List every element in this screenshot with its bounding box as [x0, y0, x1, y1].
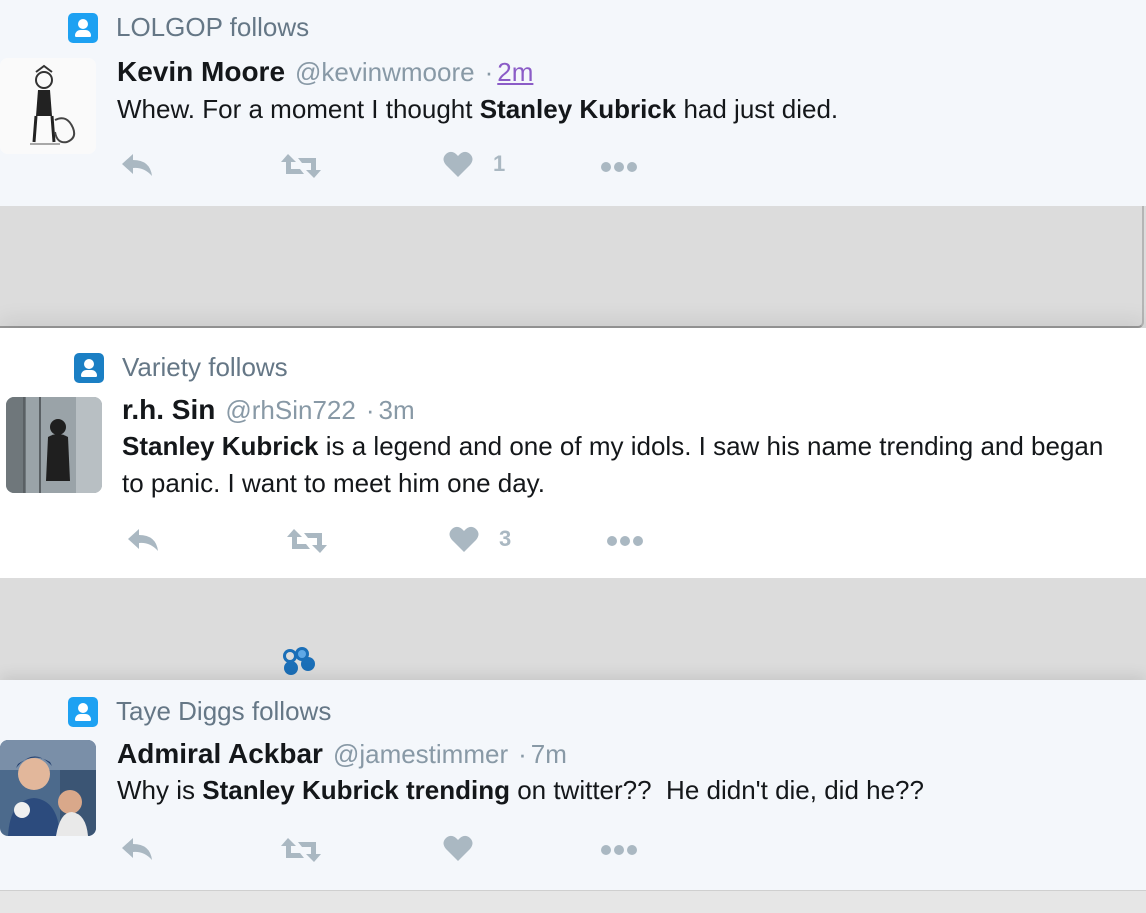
like-button[interactable]: 1 [443, 150, 505, 178]
more-icon [607, 536, 643, 546]
more-button[interactable] [600, 160, 640, 174]
tweet-text: Why is Stanley Kubrick trending on twitt… [117, 772, 1117, 809]
retweet-button[interactable] [280, 836, 322, 864]
text-segment: had just died. [676, 94, 839, 124]
avatar[interactable] [6, 397, 102, 493]
loading-spinner-icon [283, 647, 315, 675]
text-segment: Why is [117, 775, 203, 805]
author-handle[interactable]: @kevinwmoore [295, 57, 475, 88]
more-icon [601, 162, 637, 172]
reply-icon [122, 838, 152, 860]
author-name[interactable]: r.h. Sin [122, 394, 215, 426]
tweet-header: Kevin Moore @kevinwmoore · 2m [117, 56, 533, 88]
heart-icon [443, 151, 473, 177]
timeline-gap [0, 578, 1146, 682]
timestamp[interactable]: 3m [379, 395, 415, 426]
retweet-button[interactable] [286, 527, 328, 555]
text-highlight: Stanley Kubrick [479, 94, 677, 124]
text-highlight: Stanley Kubrick trending [202, 775, 510, 805]
separator-dot: · [484, 57, 494, 87]
separator-dot: · [518, 739, 527, 769]
context-label: Taye Diggs follows [116, 696, 332, 726]
more-button[interactable] [606, 534, 646, 548]
context-label: LOLGOP follows [116, 12, 310, 42]
context-label: Variety follows [122, 352, 288, 382]
like-button[interactable]: 3 [449, 525, 511, 553]
separator-dot: · [365, 395, 375, 425]
timeline-gap [0, 206, 1144, 328]
tweet-header: Admiral Ackbar @jamestimmer · 7m [117, 738, 567, 770]
tweet-card[interactable]: Taye Diggs follows Admiral Ackbar @james… [0, 680, 1146, 890]
reply-button[interactable] [120, 152, 154, 178]
person-icon [68, 696, 98, 727]
tweet-context: Variety follows [74, 352, 288, 383]
reply-icon [128, 529, 158, 551]
author-handle[interactable]: @jamestimmer [333, 739, 508, 770]
reply-button[interactable] [126, 527, 160, 553]
more-button[interactable] [600, 843, 640, 857]
avatar[interactable] [0, 58, 96, 154]
avatar[interactable] [0, 740, 96, 836]
tweet-card[interactable]: LOLGOP follows Kevin Moore @kevinwmoore … [0, 0, 1146, 206]
like-count: 3 [499, 526, 512, 551]
timeline-gap [0, 890, 1146, 913]
tweet-context: Taye Diggs follows [68, 696, 331, 727]
text-segment: on twitter?? He didn't die, did he?? [509, 775, 924, 805]
reply-icon [122, 154, 152, 176]
tweet-card[interactable]: Variety follows r.h. Sin @rhSin722 · 3m … [0, 328, 1146, 578]
heart-icon [443, 835, 473, 861]
timestamp[interactable]: 7m [531, 739, 567, 770]
person-icon [68, 12, 98, 43]
timestamp[interactable]: 2m [497, 57, 533, 88]
retweet-icon [281, 838, 321, 862]
retweet-icon [281, 154, 321, 178]
tweet-text: Whew. For a moment I thought Stanley Kub… [117, 91, 1117, 128]
person-icon [74, 352, 104, 383]
heart-icon [449, 526, 479, 552]
text-highlight: Stanley Kubrick [122, 431, 319, 461]
retweet-icon [287, 529, 327, 553]
author-name[interactable]: Admiral Ackbar [117, 738, 323, 770]
text-segment: Whew. For a moment I thought [117, 94, 480, 124]
author-handle[interactable]: @rhSin722 [225, 395, 355, 426]
tweet-header: r.h. Sin @rhSin722 · 3m [122, 394, 415, 426]
reply-button[interactable] [120, 836, 154, 862]
tweet-context: LOLGOP follows [68, 12, 309, 43]
like-button[interactable] [443, 834, 485, 862]
tweet-text: Stanley Kubrick is a legend and one of m… [122, 428, 1112, 502]
more-icon [601, 845, 637, 855]
author-name[interactable]: Kevin Moore [117, 56, 285, 88]
like-count: 1 [493, 151, 506, 176]
retweet-button[interactable] [280, 152, 322, 180]
